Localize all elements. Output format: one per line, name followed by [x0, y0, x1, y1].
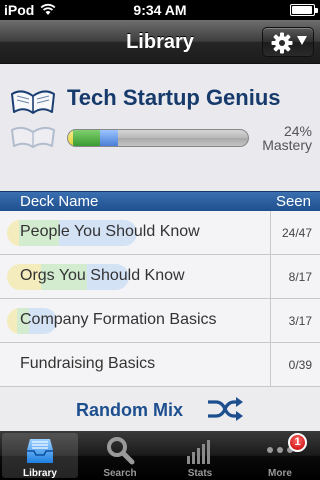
deck-seen-count: 8/17 [288, 270, 312, 284]
table-row[interactable]: Orgs You Should Know 8/17 [0, 255, 320, 299]
table-row[interactable]: Company Formation Basics 3/17 [0, 299, 320, 343]
navigation-bar: Library [0, 20, 320, 64]
deck-name: Orgs You Should Know [20, 267, 185, 284]
column-header-deck-name: Deck Name [20, 193, 99, 210]
open-book-icon [11, 90, 55, 114]
shuffle-icon [208, 397, 243, 421]
deck-name: Fundraising Basics [20, 355, 156, 372]
deck-seen-count: 3/17 [288, 314, 312, 328]
magnifier-icon [107, 437, 135, 465]
tab-label: Library [23, 468, 57, 479]
progress-segment-blue [100, 130, 119, 146]
random-mix-button[interactable]: Random Mix [0, 387, 320, 431]
inbox-tray-icon [27, 439, 53, 463]
deck-title: Tech Startup Genius [67, 85, 281, 110]
column-header-seen: Seen [275, 193, 311, 210]
deck-name: Company Formation Basics [20, 311, 217, 328]
deck-name: People You Should Know [20, 223, 200, 240]
tab-more[interactable]: 1 More [242, 433, 318, 479]
tab-label: Stats [187, 468, 213, 479]
mastery-progress-bar [67, 129, 249, 147]
open-book-icon [11, 126, 55, 148]
bar-chart-icon [187, 440, 210, 464]
table-row[interactable]: People You Should Know 24/47 [0, 211, 320, 255]
status-time: 9:34 AM [133, 2, 187, 18]
mastery-percent: 24% [283, 123, 312, 139]
mastery-readout: 24% Mastery [252, 124, 312, 152]
table-header: Deck Name Seen [0, 191, 320, 211]
chevron-down-icon [297, 36, 307, 45]
settings-button[interactable] [262, 27, 314, 57]
table-row[interactable]: Fundraising Basics 0/39 [0, 343, 320, 387]
deck-seen-count: 0/39 [288, 358, 312, 372]
deck-seen-count: 24/47 [281, 226, 312, 240]
tab-search[interactable]: Search [82, 433, 158, 479]
tab-library[interactable]: Library [2, 433, 78, 479]
tab-bar: Library Search Stats 1 More [0, 431, 320, 480]
random-mix-label: Random Mix [76, 400, 184, 420]
tab-stats[interactable]: Stats [162, 433, 238, 479]
tab-label: More [268, 468, 292, 479]
battery-icon [290, 4, 318, 16]
mastery-label: Mastery [262, 137, 312, 153]
progress-segment-green [73, 130, 101, 146]
gear-icon [271, 32, 293, 54]
tab-label: Search [103, 468, 137, 479]
status-bar: iPod 9:34 AM [0, 0, 320, 20]
notification-badge: 1 [288, 433, 307, 452]
